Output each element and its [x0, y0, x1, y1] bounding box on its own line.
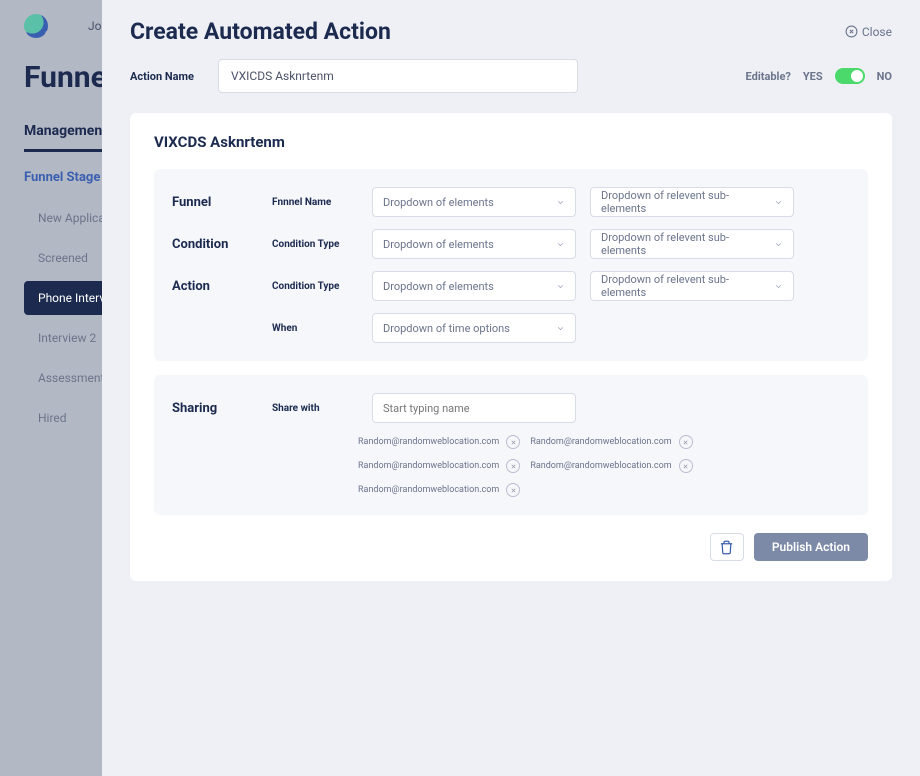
share-chip: Random@randomweblocation.com: [358, 435, 520, 449]
action-card: VIXCDS Asknrtenm Funnel Fnnnel Name Dropdo…: [130, 113, 892, 581]
modal-title: Create Automated Action: [130, 18, 391, 45]
chevron-down-icon: [556, 324, 565, 333]
config-panel: Funnel Fnnnel Name Dropdown of elements Dro…: [154, 169, 868, 361]
row-section: Condition: [172, 237, 258, 252]
chip-remove[interactable]: [679, 435, 693, 449]
chevron-down-icon: [556, 282, 565, 291]
chevron-down-icon: [556, 198, 565, 207]
modal-create-action: Create Automated Action Close Action Nam…: [102, 0, 920, 776]
publish-button[interactable]: Publish Action: [754, 533, 868, 561]
close-icon: [845, 25, 858, 38]
action-name-input[interactable]: [218, 59, 578, 93]
share-chip: Random@randomweblocation.com: [530, 435, 692, 449]
row-sublabel: When: [272, 323, 358, 334]
sharing-panel: Sharing Share with Random@randomweblocat…: [154, 375, 868, 515]
row-sublabel: Condition Type: [272, 239, 358, 250]
editable-yes: YES: [803, 70, 823, 83]
chip-remove[interactable]: [506, 435, 520, 449]
tab-management[interactable]: Management: [24, 113, 107, 152]
row-sublabel: Condition Type: [272, 281, 358, 292]
dropdown-secondary[interactable]: Dropdown of relevent sub-elements: [590, 271, 794, 301]
row-section: Action: [172, 279, 258, 294]
share-chip: Random@randomweblocation.com: [530, 459, 692, 473]
app-logo: [24, 14, 48, 38]
trash-icon: [719, 540, 734, 555]
dropdown-primary[interactable]: Dropdown of elements: [372, 187, 576, 217]
editable-no: NO: [877, 70, 892, 83]
dropdown-primary[interactable]: Dropdown of time options: [372, 313, 576, 343]
action-name-label: Action Name: [130, 70, 194, 83]
editable-toggle[interactable]: [835, 68, 865, 84]
dropdown-primary[interactable]: Dropdown of elements: [372, 229, 576, 259]
editable-label: Editable?: [746, 70, 791, 83]
share-with-label: Share with: [272, 403, 358, 414]
dropdown-secondary[interactable]: Dropdown of relevent sub-elements: [590, 187, 794, 217]
chevron-down-icon: [774, 198, 783, 207]
share-chip: Random@randomweblocation.com: [358, 483, 520, 497]
card-title: VIXCDS Asknrtenm: [154, 133, 868, 151]
share-with-input[interactable]: [372, 393, 576, 423]
chip-remove[interactable]: [506, 459, 520, 473]
dropdown-primary[interactable]: Dropdown of elements: [372, 271, 576, 301]
row-sublabel: Fnnnel Name: [272, 197, 358, 208]
delete-button[interactable]: [710, 533, 744, 561]
sharing-label: Sharing: [172, 401, 258, 416]
chevron-down-icon: [556, 240, 565, 249]
dropdown-secondary[interactable]: Dropdown of relevent sub-elements: [590, 229, 794, 259]
row-section: Funnel: [172, 195, 258, 210]
close-button[interactable]: Close: [845, 25, 892, 39]
chip-remove[interactable]: [506, 483, 520, 497]
chip-remove[interactable]: [679, 459, 693, 473]
nav-item: Jo: [88, 19, 101, 33]
share-chip: Random@randomweblocation.com: [358, 459, 520, 473]
chevron-down-icon: [774, 240, 783, 249]
chevron-down-icon: [774, 282, 783, 291]
